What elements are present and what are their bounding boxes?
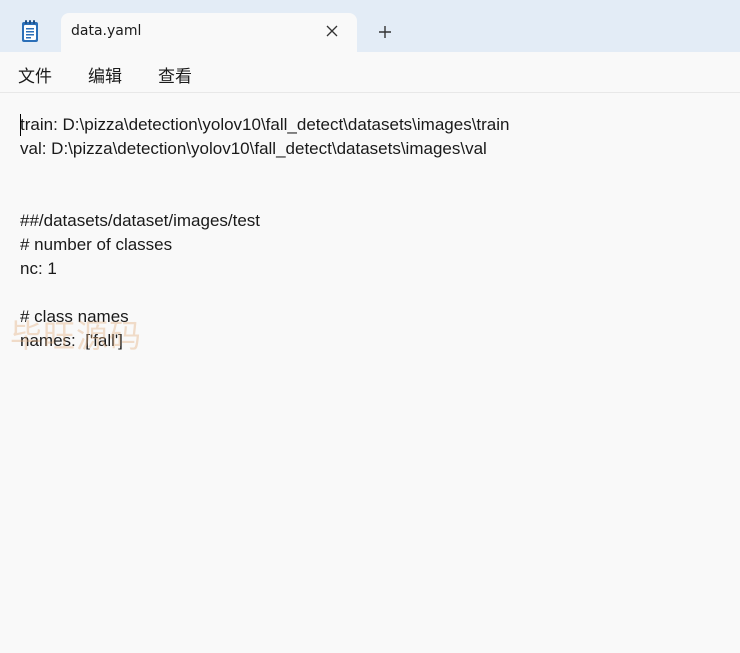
notepad-icon (22, 20, 38, 42)
tab-data-yaml[interactable]: data.yaml (61, 13, 357, 52)
tab-title: data.yaml (71, 23, 142, 39)
text-caret (20, 114, 21, 136)
menu-bar: 文件 编辑 查看 (0, 52, 740, 93)
title-bar: data.yaml (0, 0, 740, 52)
text-editor[interactable]: train: D:\pizza\detection\yolov10\fall_d… (0, 93, 740, 653)
plus-icon[interactable] (377, 24, 393, 40)
menu-edit[interactable]: 编辑 (88, 62, 122, 87)
menu-file[interactable]: 文件 (18, 62, 52, 87)
menu-view[interactable]: 查看 (158, 62, 192, 87)
editor-content[interactable]: train: D:\pizza\detection\yolov10\fall_d… (20, 113, 732, 353)
close-icon[interactable] (325, 24, 339, 38)
